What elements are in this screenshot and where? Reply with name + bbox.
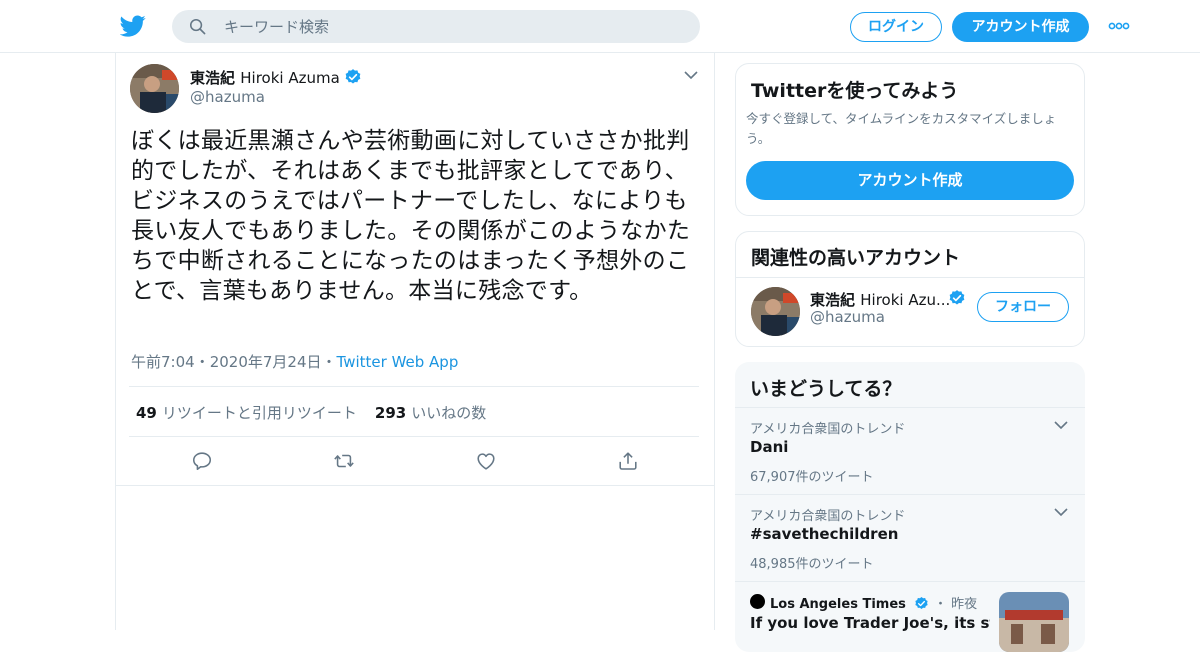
reply-button[interactable] [191, 450, 213, 472]
related-account-name-en: Hiroki Azu... [860, 291, 950, 309]
verified-icon [915, 596, 929, 609]
reply-icon [192, 452, 212, 471]
more-dots-icon[interactable] [1108, 20, 1130, 32]
news-source-logo [750, 594, 765, 609]
share-icon [619, 452, 637, 470]
likes-count: 293 [374, 404, 407, 422]
news-source: Los Angeles Times ・ 昨夜 [770, 593, 977, 612]
trend-item[interactable]: アメリカ合衆国のトレンド #savethechildren 48,985件のツイ… [735, 495, 1085, 582]
trend-name: Dani [750, 438, 789, 456]
news-thumbnail-image [999, 592, 1069, 652]
related-account-avatar[interactable] [751, 287, 800, 336]
search-input[interactable] [222, 16, 686, 38]
trend-context: アメリカ合衆国のトレンド [750, 509, 906, 524]
chevron-down-icon[interactable] [1054, 420, 1068, 430]
author-name-en: Hiroki Azuma [240, 69, 340, 87]
trends-card-title: いまどうしてる？ [750, 378, 902, 400]
top-navigation-bar: ログイン アカウント作成 [0, 0, 1200, 53]
author-name-jp: 東浩紀 [190, 69, 236, 87]
follow-button[interactable]: フォロー [977, 292, 1069, 322]
verified-icon [949, 290, 965, 305]
retweet-icon [334, 454, 354, 468]
signup-button[interactable]: アカウント作成 [952, 12, 1089, 42]
login-button[interactable]: ログイン [850, 12, 942, 42]
retweet-button[interactable] [333, 450, 355, 472]
author-photo [130, 64, 179, 113]
likes-stat[interactable]: 293 いいねの数 [375, 404, 486, 422]
tweet-metadata: 午前7:04・2020年7月24日・Twitter Web App [131, 351, 458, 372]
trend-count: 67,907件のツイート [750, 470, 874, 485]
retweets-label: リツイートと引用リツイート [161, 404, 357, 422]
tweet-date[interactable]: 2020年7月24日 [210, 353, 322, 371]
share-button[interactable] [617, 450, 639, 472]
tweet-time[interactable]: 午前7:04 [131, 353, 195, 371]
trend-name: #savethechildren [750, 525, 899, 543]
news-source-name: Los Angeles Times [770, 597, 906, 612]
tweet-text: ぼくは最近黒瀬さんや芸術動画に対していささか批判的でしたが、それはあくまでも批評… [131, 128, 691, 304]
trends-card: いまどうしてる？ アメリカ合衆国のトレンド Dani 67,907件のツイート … [735, 362, 1085, 652]
meta-separator: ・ [321, 353, 337, 371]
related-account-name-jp: 東浩紀 [810, 291, 856, 309]
author-handle[interactable]: @hazuma [190, 88, 265, 106]
divider [736, 277, 1084, 278]
tweet-bottom-border [116, 485, 714, 486]
retweets-count: 49 [136, 404, 157, 422]
like-button[interactable] [475, 450, 497, 472]
tweet-stats: 49 リツイートと引用リツイート 293 いいねの数 [136, 402, 486, 423]
meta-separator: ・ [194, 353, 210, 371]
author-avatar[interactable] [130, 64, 179, 113]
news-title: If you love Trader Joe's, its stances [750, 614, 990, 632]
divider [129, 386, 699, 387]
news-item[interactable]: Los Angeles Times ・ 昨夜 If you love Trade… [735, 582, 1085, 652]
search-box[interactable] [172, 10, 700, 43]
related-account-photo [751, 287, 800, 336]
trend-count: 48,985件のツイート [750, 557, 874, 572]
search-icon [189, 18, 206, 35]
signup-card-subtitle: 今すぐ登録して、タイムラインをカスタマイズしましょう。 [746, 111, 1057, 146]
trend-context: アメリカ合衆国のトレンド [750, 422, 906, 437]
tweet-source-link[interactable]: Twitter Web App [337, 353, 459, 371]
signup-card: Twitterを使ってみよう 今すぐ登録して、タイムラインをカスタマイズしましょ… [735, 63, 1085, 216]
news-thumbnail [999, 592, 1069, 652]
news-time: ・ 昨夜 [933, 597, 978, 612]
divider [129, 436, 699, 437]
twitter-bird-icon[interactable] [120, 13, 146, 39]
related-account-name[interactable]: 東浩紀 Hiroki Azu... [810, 289, 950, 310]
chevron-down-icon[interactable] [1054, 507, 1068, 517]
like-icon [477, 453, 495, 470]
author-name[interactable]: 東浩紀 Hiroki Azuma [190, 67, 362, 88]
related-accounts-card: 関連性の高いアカウント 東浩紀 Hiroki Azu... @hazuma フォ… [735, 231, 1085, 347]
likes-label: いいねの数 [411, 404, 487, 422]
related-account-handle[interactable]: @hazuma [810, 308, 885, 326]
verified-icon [345, 69, 361, 84]
signup-card-button[interactable]: アカウント作成 [746, 161, 1074, 200]
retweets-stat[interactable]: 49 リツイートと引用リツイート [136, 404, 357, 422]
chevron-down-icon[interactable] [684, 70, 698, 80]
related-card-title: 関連性の高いアカウント [751, 247, 961, 269]
signup-card-title: Twitterを使ってみよう [751, 80, 959, 102]
trend-item[interactable]: アメリカ合衆国のトレンド Dani 67,907件のツイート [735, 408, 1085, 495]
